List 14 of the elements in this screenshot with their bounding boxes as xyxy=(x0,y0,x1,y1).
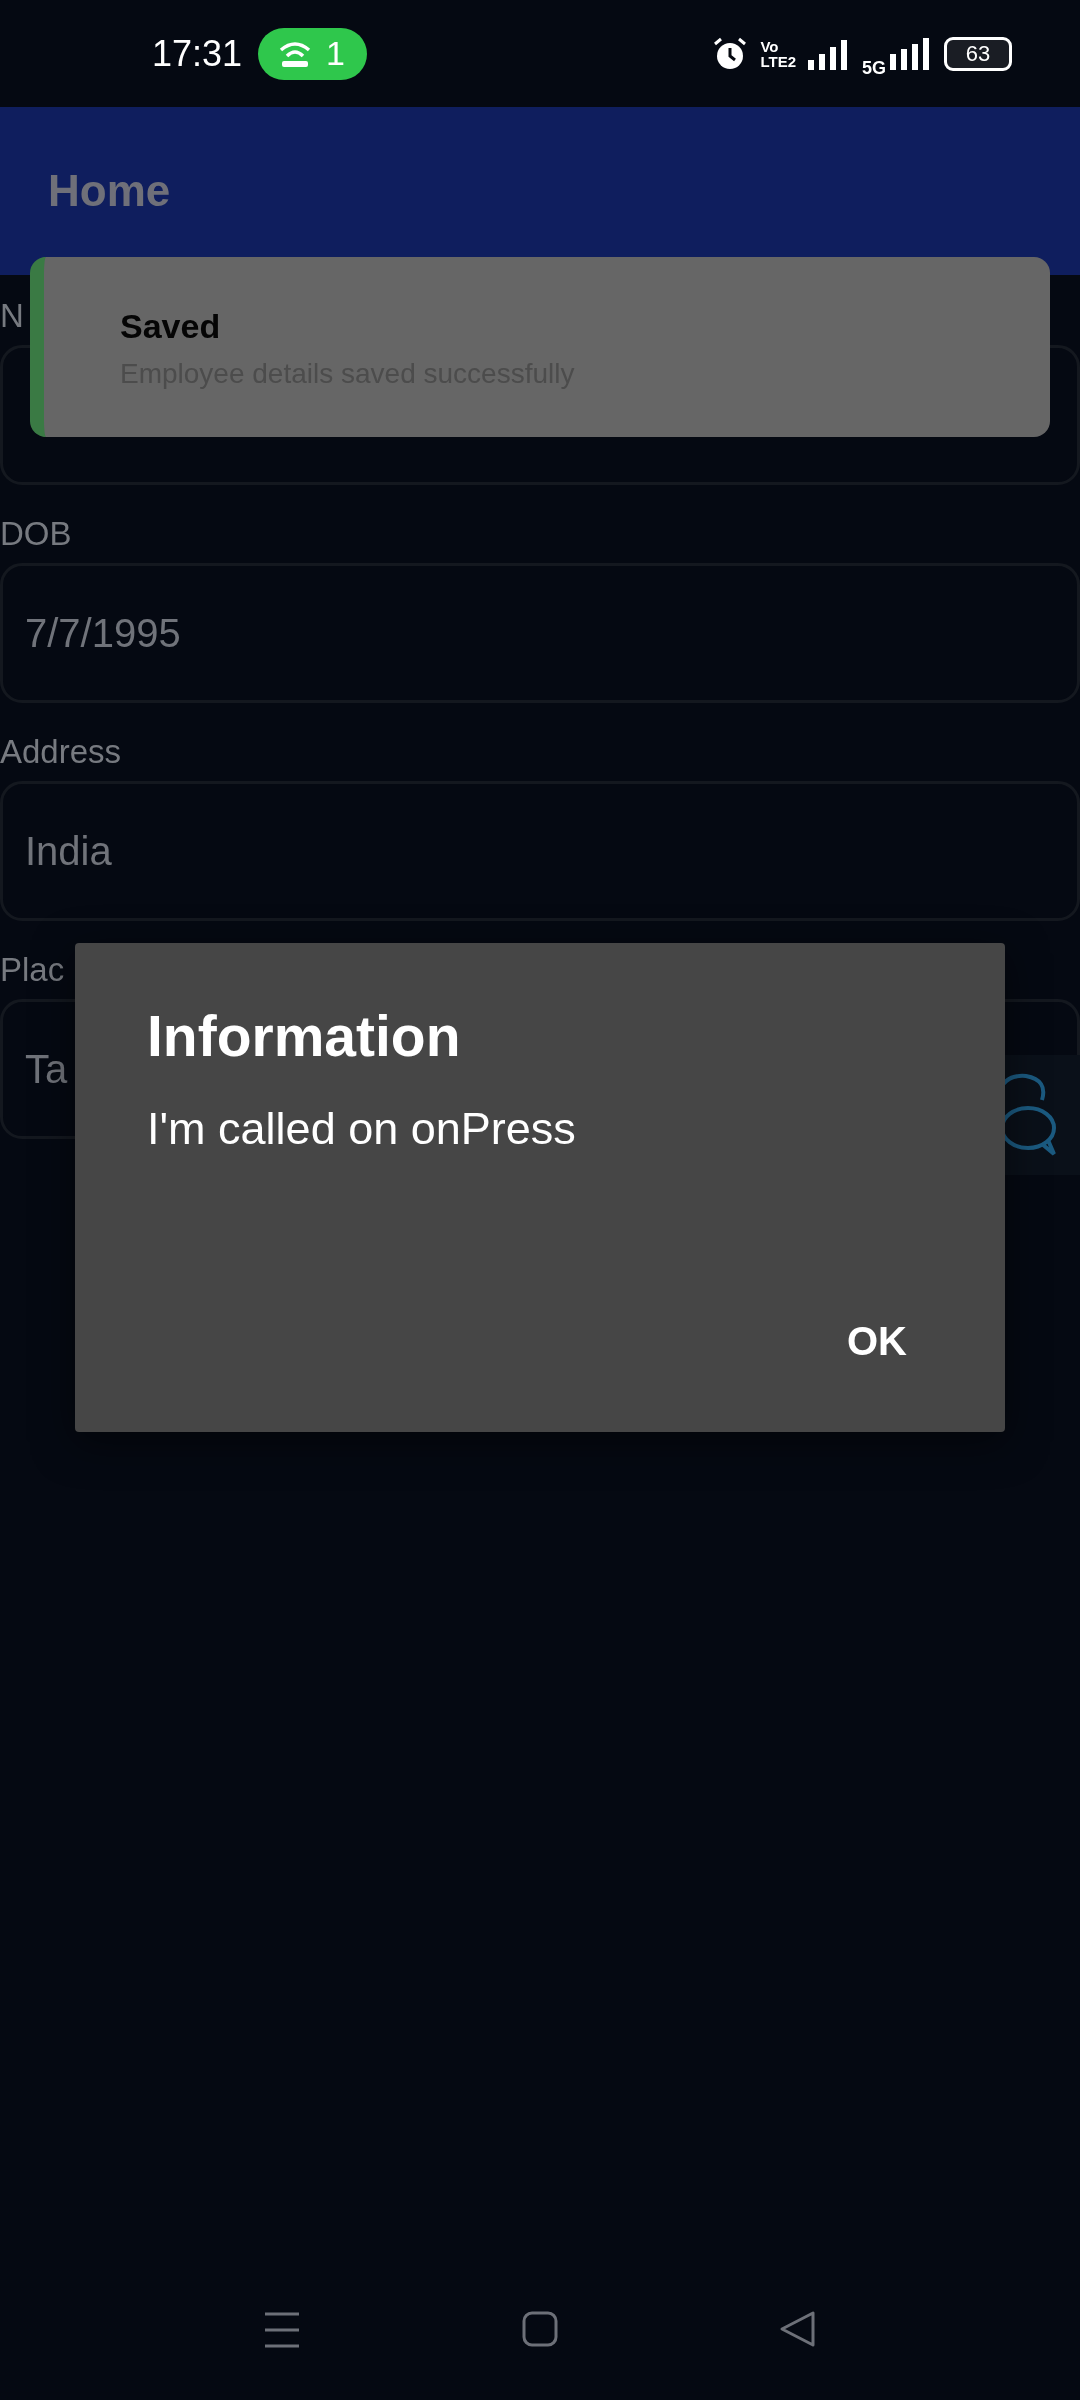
dialog-title: Information xyxy=(147,1003,462,1069)
network-label: 5G xyxy=(862,58,886,78)
lte-label: LTE2 xyxy=(760,53,796,69)
volte-label: Vo xyxy=(760,38,780,54)
toast-title: Saved xyxy=(120,307,222,346)
screen-title: Home xyxy=(48,166,171,216)
dialog-message: I'm called on onPress xyxy=(147,1103,577,1155)
field-label: N xyxy=(0,297,24,336)
battery-level: 63 xyxy=(965,40,991,67)
clock-time: 17:31 xyxy=(152,32,243,75)
hotspot-count: 1 xyxy=(326,34,345,73)
field-label: Plac xyxy=(0,951,65,990)
field-label: DOB xyxy=(0,515,72,554)
field-label: Address xyxy=(0,733,122,772)
